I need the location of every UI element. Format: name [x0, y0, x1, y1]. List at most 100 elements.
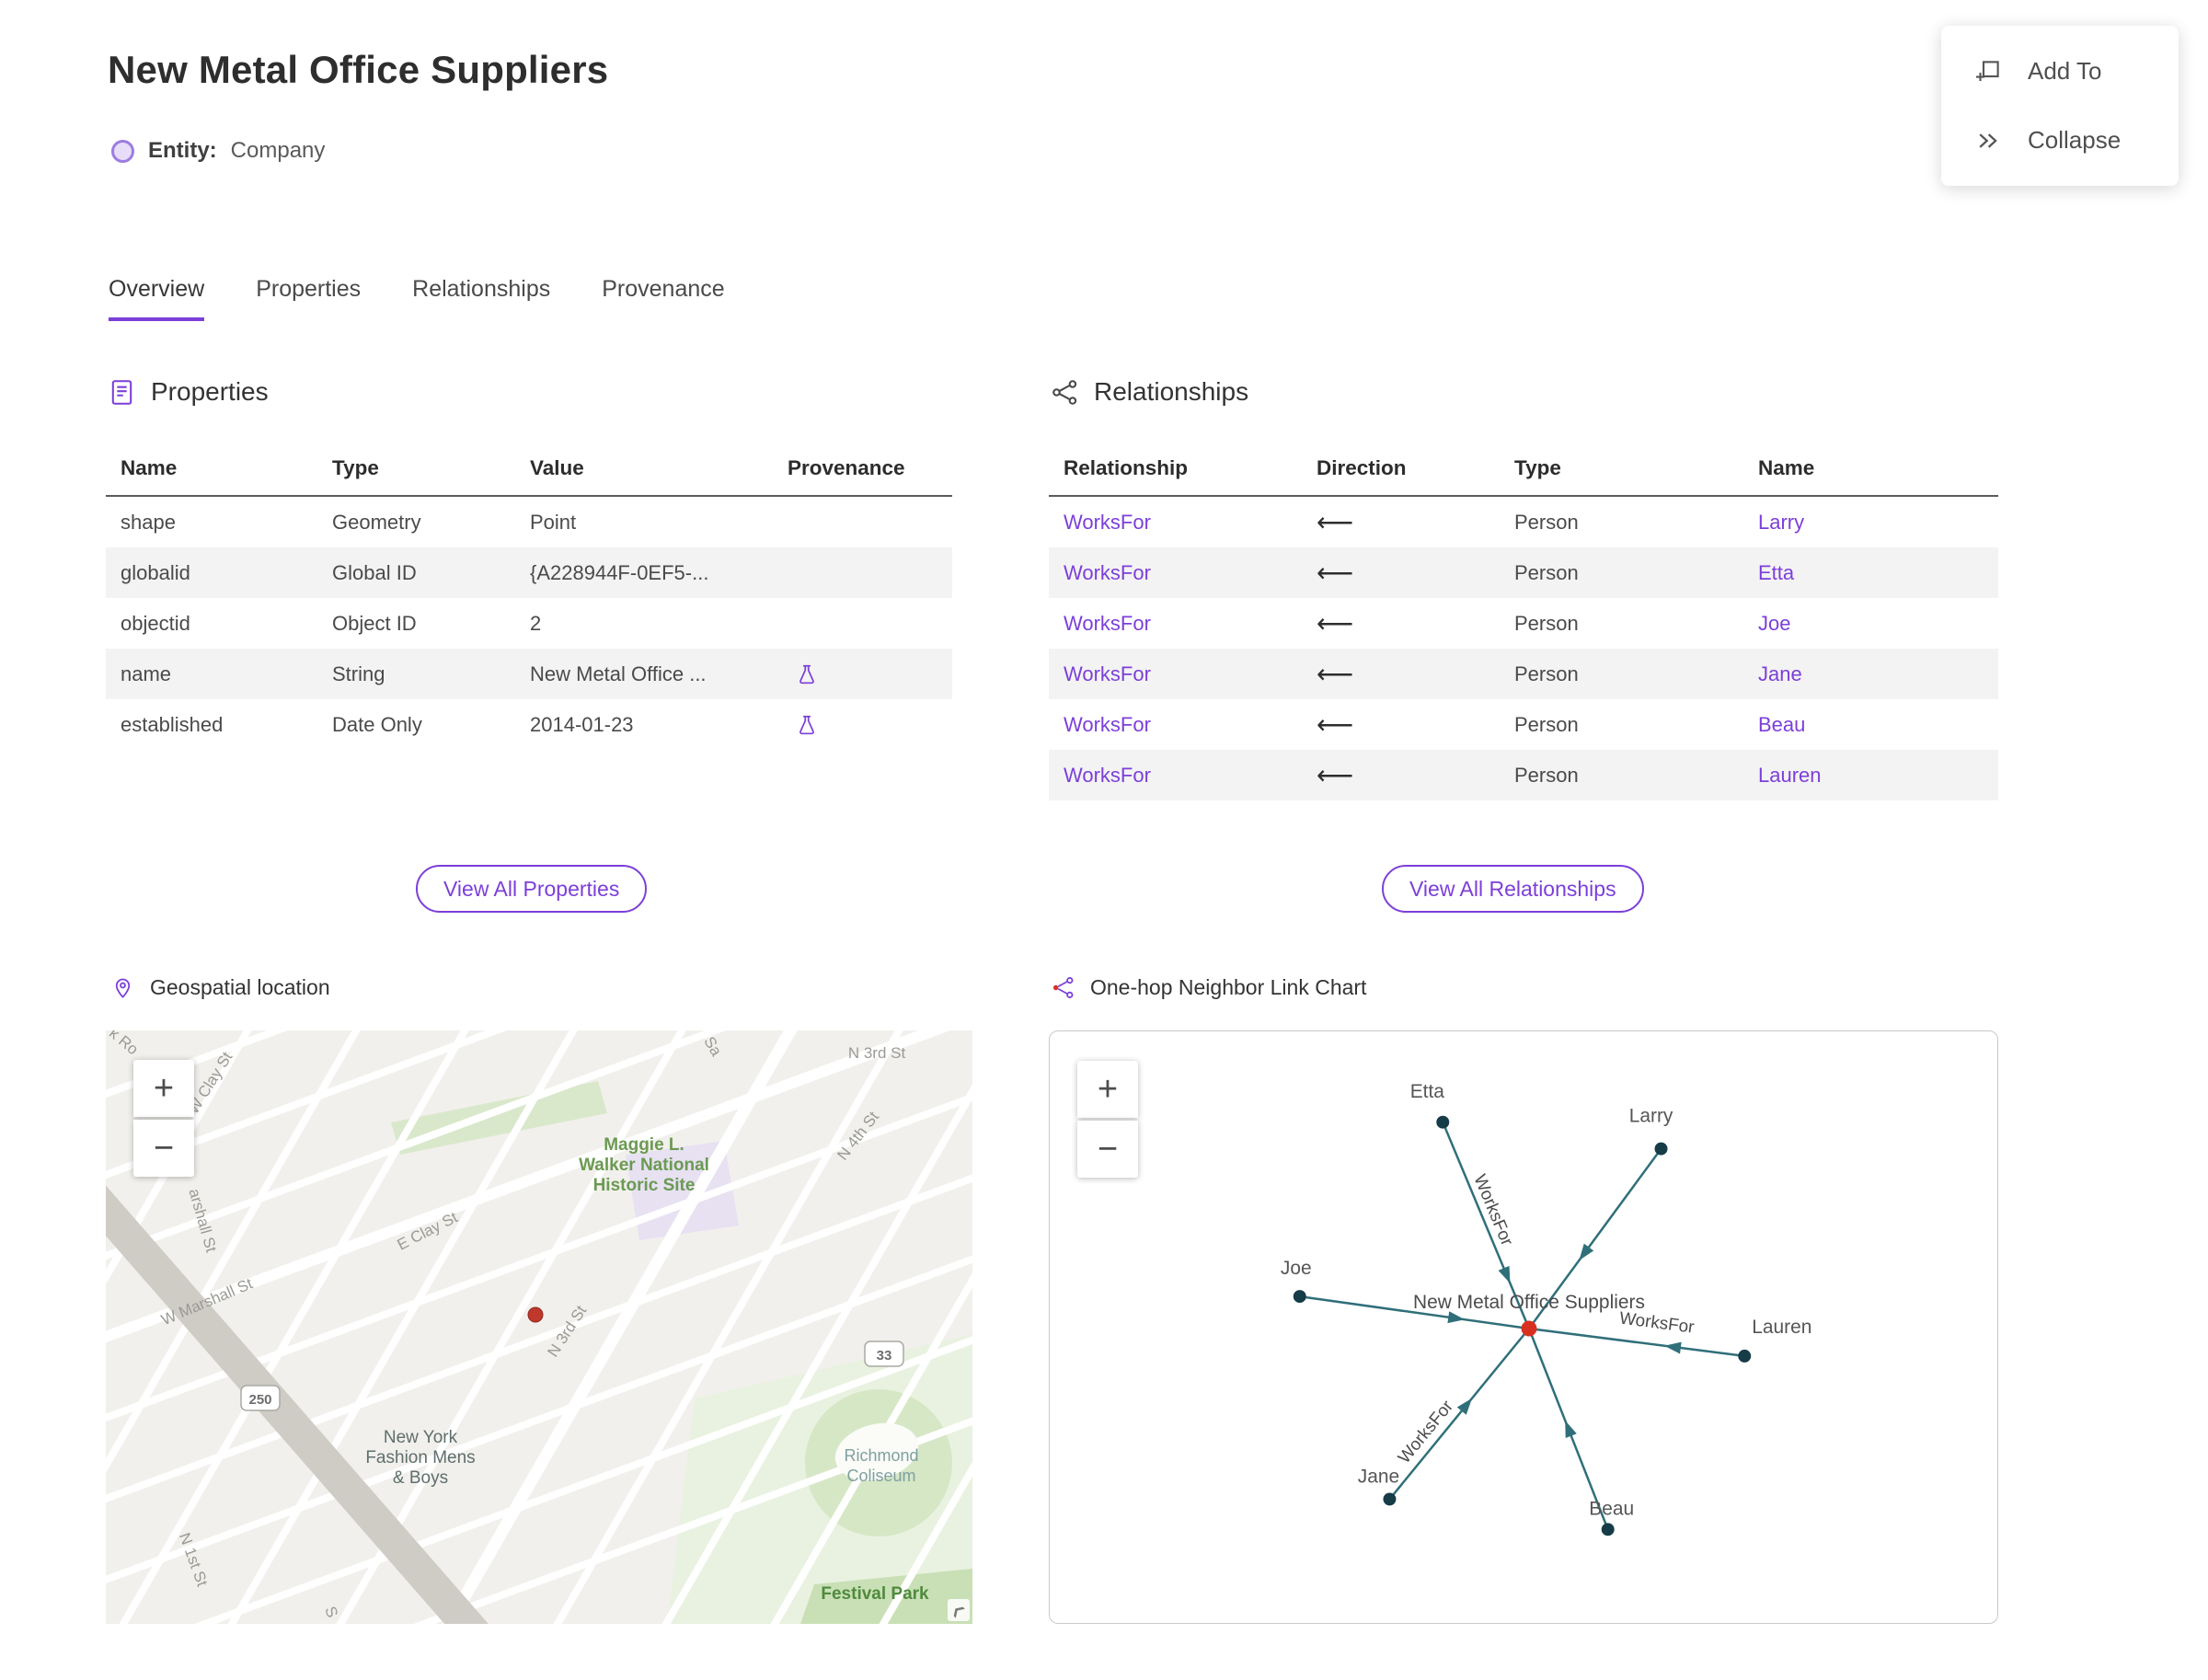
- relationship-row: WorksFor ⟵ Person Beau: [1049, 699, 1998, 750]
- map-label: Coliseum: [846, 1467, 915, 1485]
- relationship-direction-arrow: ⟵: [1317, 609, 1354, 638]
- property-type: Date Only: [332, 712, 422, 736]
- link-chart-svg: WorksFor WorksFor WorksFor Etta Larry Joe Laur…: [1281, 1081, 1811, 1536]
- map-panel[interactable]: 250 33 k Ro W Clay St Sa N 3rd St N 4th St Magg…: [106, 1030, 972, 1624]
- edge-arrowhead: [1579, 1243, 1594, 1260]
- edge-arrowhead: [1664, 1341, 1682, 1354]
- node-joe[interactable]: [1293, 1290, 1306, 1304]
- edge-jane: [1388, 1328, 1530, 1501]
- map-label: New York: [384, 1428, 458, 1447]
- relationships-column-type: Type: [1514, 456, 1561, 479]
- route-shield-number: 250: [248, 1392, 271, 1408]
- relationship-direction-arrow: ⟵: [1317, 761, 1354, 789]
- node-label-etta: Etta: [1410, 1081, 1445, 1102]
- relationship-entity-type: Person: [1514, 611, 1579, 635]
- node-lauren[interactable]: [1738, 1349, 1752, 1363]
- map-zoom-control: + −: [133, 1060, 194, 1177]
- tab-properties[interactable]: Properties: [256, 276, 361, 321]
- relationship-direction-arrow: ⟵: [1317, 660, 1354, 688]
- relationship-entity-type: Person: [1514, 712, 1579, 736]
- relationship-entity-name-link[interactable]: Etta: [1743, 561, 1998, 585]
- properties-column-name: Name: [121, 456, 178, 479]
- map-label: Richmond: [844, 1446, 918, 1465]
- relationships-column-name: Name: [1758, 456, 1815, 479]
- property-row: globalid Global ID {A228944F-0EF5-...: [106, 547, 952, 598]
- properties-table-header: Name Type Value Provenance: [106, 445, 952, 497]
- view-all-relationships-button[interactable]: View All Relationships: [1382, 865, 1644, 913]
- actions-panel: Add To Collapse: [1941, 26, 2179, 186]
- relationship-entity-type: Person: [1514, 763, 1579, 787]
- map-label: Maggie L.: [604, 1135, 684, 1155]
- relationship-type-link[interactable]: WorksFor: [1049, 612, 1302, 636]
- entity-value: Company: [230, 138, 326, 163]
- property-type: Object ID: [332, 611, 417, 635]
- route-shield-number: 33: [877, 1348, 892, 1364]
- map-label: & Boys: [393, 1468, 448, 1488]
- relationships-icon: [1052, 379, 1077, 405]
- edge-lauren: [1528, 1327, 1745, 1358]
- relationship-entity-name-link[interactable]: Jane: [1743, 662, 1998, 686]
- map-zoom-in-button[interactable]: +: [133, 1060, 194, 1117]
- property-row: established Date Only 2014-01-23: [106, 699, 952, 750]
- relationship-entity-name-link[interactable]: Larry: [1743, 511, 1998, 535]
- relationship-type-link[interactable]: WorksFor: [1049, 511, 1302, 535]
- add-to-label: Add To: [2028, 57, 2102, 85]
- node-etta[interactable]: [1436, 1115, 1450, 1129]
- properties-column-type: Type: [332, 456, 379, 479]
- node-center[interactable]: [1521, 1320, 1537, 1337]
- property-name: shape: [121, 510, 176, 534]
- property-row: name String New Metal Office ...: [106, 649, 952, 699]
- properties-column-provenance: Provenance: [788, 456, 905, 479]
- relationship-type-link[interactable]: WorksFor: [1049, 713, 1302, 737]
- node-larry[interactable]: [1654, 1142, 1668, 1156]
- map-section-header: Geospatial location: [110, 975, 330, 1000]
- property-row: shape Geometry Point: [106, 497, 952, 547]
- relationships-table-header: Relationship Direction Type Name: [1049, 445, 1998, 497]
- node-beau[interactable]: [1601, 1523, 1615, 1536]
- chart-zoom-out-button[interactable]: −: [1077, 1121, 1138, 1178]
- provenance-flask-icon[interactable]: [795, 713, 819, 737]
- tab-overview[interactable]: Overview: [109, 276, 205, 321]
- map-label: N 3rd St: [848, 1044, 906, 1062]
- park-area: [391, 1081, 607, 1155]
- link-chart-panel[interactable]: WorksFor WorksFor WorksFor Etta Larry Joe Laur…: [1049, 1030, 1998, 1624]
- properties-table-body: shape Geometry Point globalid Global ID {A228…: [106, 497, 952, 750]
- node-label-beau: Beau: [1589, 1498, 1634, 1519]
- tab-relationships[interactable]: Relationships: [412, 276, 550, 321]
- map-attribution-toggle[interactable]: ❮: [948, 1599, 970, 1621]
- relationship-entity-name-link[interactable]: Beau: [1743, 713, 1998, 737]
- relationship-direction-arrow: ⟵: [1317, 558, 1354, 587]
- relationship-entity-name-link[interactable]: Lauren: [1743, 764, 1998, 788]
- map-pin-icon: [115, 978, 131, 998]
- relationship-entity-name-link[interactable]: Joe: [1743, 612, 1998, 636]
- relationship-type-link[interactable]: WorksFor: [1049, 561, 1302, 585]
- tabs: Overview Properties Relationships Provenanc…: [109, 276, 725, 321]
- property-value: New Metal Office ...: [530, 662, 707, 685]
- edge-label-lauren: WorksFor: [1618, 1308, 1696, 1337]
- property-name: globalid: [121, 560, 190, 584]
- property-type: Global ID: [332, 560, 417, 584]
- collapse-button[interactable]: Collapse: [1941, 106, 2179, 175]
- property-value: 2: [530, 611, 542, 635]
- properties-section-title: Properties: [151, 377, 269, 406]
- node-jane[interactable]: [1383, 1492, 1397, 1506]
- map-label: Walker National: [579, 1156, 709, 1175]
- add-to-button[interactable]: Add To: [1941, 37, 2179, 106]
- entity-location-marker[interactable]: [527, 1306, 544, 1323]
- chart-zoom-in-button[interactable]: +: [1077, 1061, 1138, 1118]
- properties-column-value: Value: [530, 456, 584, 479]
- relationship-row: WorksFor ⟵ Person Etta: [1049, 547, 1998, 598]
- provenance-flask-icon[interactable]: [795, 662, 819, 686]
- map-canvas: 25033k RoW Clay StSa N 3rd StN 4th StMagg…: [106, 1030, 972, 1624]
- view-all-properties-button[interactable]: View All Properties: [416, 865, 648, 913]
- relationships-column-direction: Direction: [1317, 456, 1407, 479]
- property-value: 2014-01-23: [530, 712, 634, 736]
- tab-provenance[interactable]: Provenance: [602, 276, 724, 321]
- node-label-joe: Joe: [1281, 1258, 1312, 1279]
- relationships-section-title: Relationships: [1094, 377, 1249, 406]
- relationship-type-link[interactable]: WorksFor: [1049, 662, 1302, 686]
- map-zoom-out-button[interactable]: −: [133, 1120, 194, 1177]
- properties-icon: [111, 379, 132, 405]
- relationships-section-header: Relationships: [1051, 377, 1248, 407]
- relationship-type-link[interactable]: WorksFor: [1049, 764, 1302, 788]
